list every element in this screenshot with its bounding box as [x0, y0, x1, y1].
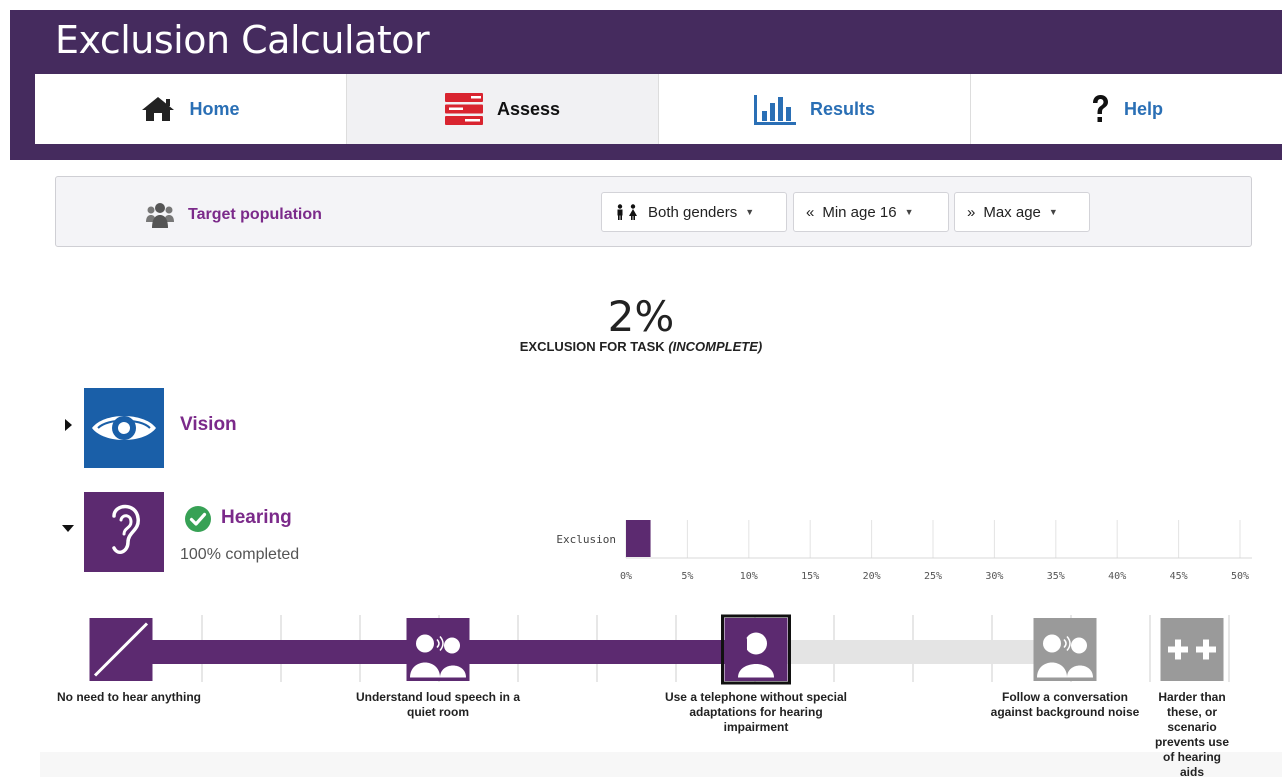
scale-level-label: Use a telephone without special adaptati… — [664, 690, 848, 734]
chart-tick-label: 0% — [620, 571, 632, 582]
scale-level-3[interactable] — [721, 614, 791, 685]
chart-tick-label: 15% — [801, 571, 819, 582]
nav-results-label: Results — [809, 98, 876, 119]
caret-down-icon: ▼ — [904, 207, 914, 217]
home-icon — [142, 97, 175, 121]
chart-category-label: Exclusion — [556, 533, 616, 546]
chart-tick-label: 25% — [924, 571, 942, 582]
hearing-title[interactable]: Hearing — [221, 507, 292, 529]
app-header: Exclusion Calculator Home Assess Results… — [10, 10, 1282, 160]
caret-down-icon: ▼ — [745, 207, 755, 217]
scale-level-label: Harder than these, or scenario prevents … — [1154, 690, 1230, 777]
gender-dropdown[interactable]: Both genders ▼ — [601, 192, 787, 232]
group-users-icon — [146, 203, 174, 228]
exclusion-status: (INCOMPLETE) — [668, 339, 763, 354]
check-circle-icon — [185, 506, 211, 532]
scale-level-1[interactable] — [89, 618, 153, 681]
scale-level-5[interactable] — [1160, 618, 1224, 681]
exclusion-summary-label: EXCLUSION FOR TASK (INCOMPLETE) — [0, 339, 1282, 354]
chart-tick-label: 10% — [740, 571, 758, 582]
min-age-dropdown[interactable]: « Min age 16 ▼ — [793, 192, 949, 232]
nav-home-label: Home — [189, 98, 240, 119]
exclusion-percentage: 2% — [607, 292, 675, 341]
bar-chart-icon — [753, 95, 796, 125]
hearing-collapse-toggle[interactable] — [62, 525, 74, 532]
caret-down-icon: ▼ — [1048, 207, 1058, 217]
chart-bar — [626, 520, 651, 557]
main-nav: Home Assess Results Help — [35, 74, 1282, 144]
nav-assess[interactable]: Assess — [347, 74, 659, 144]
question-icon — [1092, 95, 1108, 122]
nav-assess-label: Assess — [496, 98, 561, 119]
double-chevron-right-icon: » — [967, 203, 976, 221]
scale-level-label: Follow a conversation against background… — [990, 690, 1140, 719]
nav-help[interactable]: Help — [971, 74, 1282, 144]
chart-tick-label: 30% — [985, 571, 1003, 582]
target-population-heading: Target population — [146, 202, 322, 228]
max-age-dropdown[interactable]: » Max age ▼ — [954, 192, 1090, 232]
scale-level-4[interactable] — [1033, 618, 1097, 681]
chart-tick-label: 20% — [863, 571, 881, 582]
chart-tick-label: 40% — [1108, 571, 1126, 582]
chart-tick-label: 5% — [681, 571, 693, 582]
hearing-completion: 100% completed — [180, 546, 300, 563]
nav-help-label: Help — [1123, 98, 1163, 119]
assess-icon — [444, 93, 483, 125]
vision-eye-icon[interactable] — [84, 388, 164, 468]
exclusion-label-text: EXCLUSION FOR TASK — [519, 339, 665, 354]
chart-tick-label: 50% — [1231, 571, 1249, 582]
hearing-ear-icon[interactable] — [84, 492, 164, 572]
chart-tick-label: 45% — [1170, 571, 1188, 582]
app-title: Exclusion Calculator — [55, 18, 430, 62]
gender-value: Both genders — [648, 203, 738, 221]
nav-home[interactable]: Home — [35, 74, 347, 144]
target-population-bar: Target population Both genders ▼ « Min a… — [55, 176, 1252, 247]
scale-level-label: Understand loud speech in a quiet room — [355, 690, 521, 719]
scale-level-2[interactable] — [406, 618, 470, 681]
vision-title[interactable]: Vision — [180, 414, 237, 436]
target-population-label: Target population — [188, 206, 322, 223]
double-chevron-left-icon: « — [806, 203, 815, 221]
max-age-value: Max age — [983, 203, 1041, 221]
min-age-value: Min age 16 — [822, 203, 897, 221]
scale-level-label: No need to hear anything — [56, 690, 201, 704]
exclusion-bar-chart: 0% 5% 10% 15% 20% 25% 30% 35% 40% 45% 50% Exclusion — [556, 520, 1252, 582]
footer-strip — [40, 752, 1282, 777]
nav-results[interactable]: Results — [659, 74, 971, 144]
male-female-icon — [617, 204, 637, 220]
chart-tick-label: 35% — [1047, 571, 1065, 582]
vision-expand-toggle[interactable] — [65, 419, 72, 431]
